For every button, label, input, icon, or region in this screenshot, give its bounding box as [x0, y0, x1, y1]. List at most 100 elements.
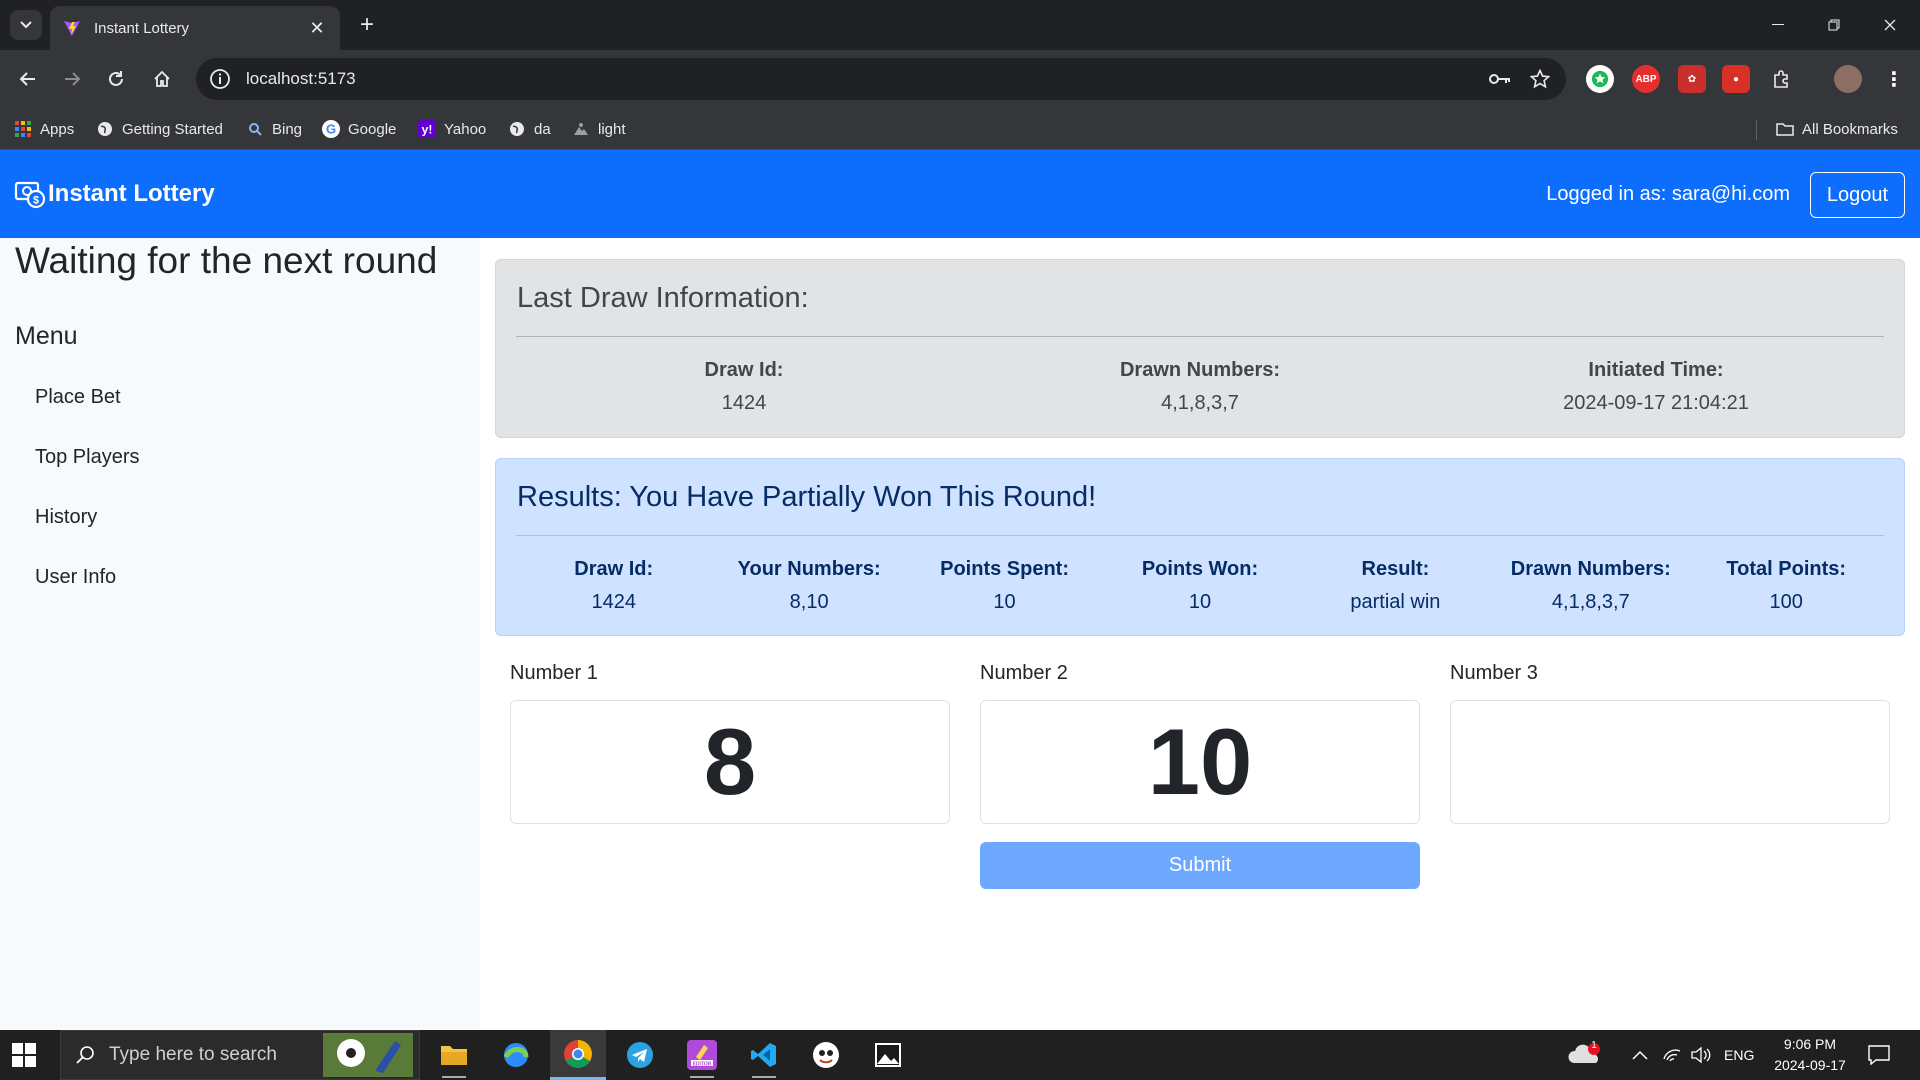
- minimize-icon[interactable]: [1750, 0, 1806, 50]
- bookmark-yahoo[interactable]: y! Yahoo: [418, 116, 486, 142]
- window-close-icon[interactable]: [1862, 0, 1918, 50]
- search-highlight-soccer-icon: [323, 1033, 413, 1077]
- bookmark-label: light: [598, 120, 626, 138]
- new-tab-plus-icon[interactable]: +: [352, 10, 382, 40]
- logout-button[interactable]: Logout: [1810, 172, 1905, 218]
- svg-text:y!: y!: [422, 123, 433, 137]
- taskbar-clock[interactable]: 9:06 PM 2024-09-17: [1760, 1034, 1860, 1076]
- address-bar[interactable]: localhost:5173: [196, 58, 1566, 100]
- menu-item-top-players[interactable]: Top Players: [35, 446, 140, 469]
- green-star-extension-icon[interactable]: [1586, 65, 1614, 93]
- info-label: Result:: [1361, 558, 1430, 580]
- search-icon: [246, 120, 264, 138]
- tab-close-icon[interactable]: ✕: [306, 18, 328, 39]
- number-2-input[interactable]: 10: [980, 700, 1420, 824]
- number-3-input[interactable]: [1450, 700, 1890, 824]
- menu-item-place-bet[interactable]: Place Bet: [35, 386, 121, 409]
- number-2-group: Number 2 10: [980, 662, 1420, 824]
- last-draw-info-row: Draw Id: 1424 Drawn Numbers: 4,1,8,3,7 I…: [516, 359, 1884, 415]
- reload-icon[interactable]: [100, 63, 132, 95]
- vite-favicon-icon: [64, 21, 80, 36]
- bookmarks-divider: [1756, 120, 1757, 140]
- number-1-input[interactable]: 8: [510, 700, 950, 824]
- info-column: Draw Id: 1424: [516, 359, 972, 415]
- clock-date: 2024-09-17: [1774, 1057, 1846, 1073]
- windows-start-icon[interactable]: [12, 1043, 36, 1067]
- bookmark-label: Getting Started: [122, 120, 223, 138]
- svg-text:$: $: [33, 195, 39, 207]
- menu-title: Menu: [15, 322, 78, 350]
- adblock-plus-icon[interactable]: ABP: [1632, 65, 1660, 93]
- tab-search-chevron-icon[interactable]: [10, 10, 42, 40]
- info-column: Drawn Numbers: 4,1,8,3,7: [1493, 558, 1688, 614]
- tab-title: Instant Lottery: [94, 19, 190, 37]
- chrome-taskbar-icon[interactable]: [550, 1030, 606, 1080]
- game-app-icon[interactable]: [798, 1030, 854, 1080]
- file-explorer-icon[interactable]: [426, 1030, 482, 1080]
- svg-text:EDITOR: EDITOR: [693, 1062, 712, 1068]
- browser-menu-icon[interactable]: ⋮: [1880, 65, 1908, 93]
- notifications-icon[interactable]: [1868, 1030, 1890, 1080]
- round-status-title: Waiting for the next round: [15, 240, 438, 281]
- language-indicator[interactable]: ENG: [1724, 1030, 1754, 1080]
- telegram-icon[interactable]: [612, 1030, 668, 1080]
- results-info-row: Draw Id: 1424 Your Numbers: 8,10 Points …: [516, 558, 1884, 614]
- taskbar-search-box[interactable]: Type here to search: [60, 1030, 420, 1080]
- browser-toolbar: localhost:5173 ABP ✿ ● ⋮: [0, 50, 1920, 108]
- tray-chevron-up-icon[interactable]: [1632, 1030, 1648, 1080]
- editor-app-icon[interactable]: EDITOR: [674, 1030, 730, 1080]
- info-value: 1424: [721, 392, 767, 414]
- info-value: 8,10: [789, 591, 829, 613]
- record-extension-icon[interactable]: ●: [1722, 65, 1750, 93]
- restore-icon[interactable]: [1806, 0, 1862, 50]
- info-column: Draw Id: 1424: [516, 558, 711, 614]
- profile-avatar[interactable]: [1834, 65, 1862, 93]
- sidebar: Waiting for the next round Menu Place Be…: [0, 238, 480, 1030]
- number-3-group: Number 3: [1450, 662, 1890, 824]
- bookmark-star-icon[interactable]: [1526, 65, 1554, 93]
- bookmark-light[interactable]: light: [572, 116, 626, 142]
- bookmark-apps[interactable]: Apps: [14, 116, 74, 142]
- network-icon[interactable]: [1662, 1030, 1682, 1080]
- info-column: Points Won: 10: [1102, 558, 1297, 614]
- gift-extension-icon[interactable]: ✿: [1678, 65, 1706, 93]
- photos-icon[interactable]: [860, 1030, 916, 1080]
- menu-item-history[interactable]: History: [35, 506, 97, 529]
- submit-button[interactable]: Submit: [980, 842, 1420, 889]
- info-label: Draw Id:: [574, 558, 654, 580]
- globe-icon: [508, 120, 526, 138]
- browser-tab[interactable]: Instant Lottery ✕: [50, 6, 340, 50]
- info-label: Points Won:: [1141, 558, 1259, 580]
- info-value: 4,1,8,3,7: [1551, 591, 1630, 613]
- onedrive-cloud-icon[interactable]: 1: [1568, 1030, 1602, 1080]
- number-2-label: Number 2: [980, 662, 1068, 684]
- forward-arrow-icon[interactable]: [56, 63, 88, 95]
- info-value: 10: [1188, 591, 1212, 613]
- lottery-ticket-icon: $: [14, 181, 46, 209]
- password-key-icon[interactable]: [1486, 65, 1514, 93]
- globe-icon: [96, 120, 114, 138]
- bookmark-bing[interactable]: Bing: [246, 116, 302, 142]
- back-arrow-icon[interactable]: [12, 63, 44, 95]
- site-info-icon[interactable]: [208, 67, 232, 91]
- all-bookmarks[interactable]: All Bookmarks: [1776, 116, 1898, 142]
- volume-icon[interactable]: [1690, 1030, 1712, 1080]
- info-label: Initiated Time:: [1588, 359, 1724, 381]
- number-1-group: Number 1 8: [510, 662, 950, 824]
- bookmark-google[interactable]: G Google: [322, 116, 396, 142]
- bookmark-getting-started[interactable]: Getting Started: [96, 116, 223, 142]
- info-label: Your Numbers:: [737, 558, 881, 580]
- extensions-puzzle-icon[interactable]: [1768, 65, 1796, 93]
- info-label: Points Spent:: [940, 558, 1069, 580]
- bookmark-da[interactable]: da: [508, 116, 551, 142]
- info-value: 4,1,8,3,7: [1161, 392, 1239, 414]
- brand[interactable]: $ Instant Lottery: [14, 178, 215, 210]
- folder-icon: [1776, 120, 1794, 138]
- windows-taskbar: Type here to search EDITOR 1 ENG 9:06 PM…: [0, 1030, 1920, 1080]
- edge-legacy-icon[interactable]: [488, 1030, 544, 1080]
- menu-item-user-info[interactable]: User Info: [35, 566, 116, 589]
- bookmark-label: Yahoo: [444, 120, 487, 138]
- home-icon[interactable]: [146, 63, 178, 95]
- vscode-icon[interactable]: [736, 1030, 792, 1080]
- url-text[interactable]: localhost:5173: [246, 69, 1486, 89]
